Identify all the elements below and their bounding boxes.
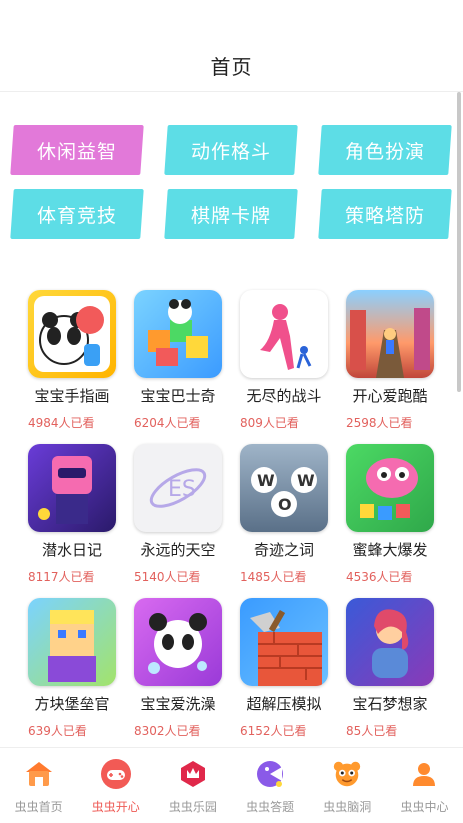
scrollbar[interactable] [457, 92, 461, 392]
home-icon [23, 758, 55, 790]
game-name: 奇迹之词 [253, 541, 314, 559]
tab-label: 虫虫中心 [400, 800, 449, 814]
game-card[interactable]: W WO 奇迹之词 1485人已看 [236, 444, 342, 586]
game-views: 1485人已看 [240, 570, 307, 584]
tab-label: 虫虫首页 [14, 800, 63, 814]
game-thumbnail: ES [134, 444, 222, 532]
game-name: 宝宝爱洗澡 [140, 695, 216, 713]
bottom-tab-bar: 虫虫首页 虫虫开心 虫虫乐园 虫虫答题 虫虫脑洞 虫虫中心 [0, 747, 463, 823]
game-name: 宝宝手指画 [34, 387, 110, 405]
game-grid: 宝宝手指画 4984人已看 宝宝巴士奇 6204人已看 无尽的战斗 809人已看… [24, 290, 444, 740]
game-thumbnail [240, 598, 328, 686]
game-views: 85人已看 [346, 724, 398, 738]
category-casual-puzzle[interactable]: 休闲益智 [10, 125, 144, 175]
category-role-playing[interactable]: 角色扮演 [318, 125, 452, 175]
user-icon [408, 758, 440, 790]
svg-text:ES: ES [168, 477, 196, 502]
game-thumbnail [346, 444, 434, 532]
tab-brainstorm[interactable]: 虫虫脑洞 [309, 748, 386, 823]
page-title: 首页 [210, 55, 253, 79]
game-card[interactable]: 超解压模拟 6152人已看 [236, 598, 342, 740]
game-views: 5140人已看 [134, 570, 201, 584]
gamepad-icon [100, 758, 132, 790]
game-card[interactable]: 无尽的战斗 809人已看 [236, 290, 342, 432]
game-thumbnail [134, 290, 222, 378]
game-views: 4536人已看 [346, 570, 413, 584]
category-action-fighting[interactable]: 动作格斗 [164, 125, 298, 175]
svg-text:O: O [278, 495, 292, 514]
game-thumbnail [346, 290, 434, 378]
tab-label: 虫虫乐园 [168, 800, 217, 814]
game-name: 开心爱跑酷 [352, 387, 428, 405]
game-name: 超解压模拟 [246, 695, 322, 713]
game-card[interactable]: 潜水日记 8117人已看 [24, 444, 130, 586]
game-name: 潜水日记 [41, 541, 102, 559]
game-views: 4984人已看 [28, 416, 95, 430]
category-strategy-td[interactable]: 策略塔防 [318, 189, 452, 239]
game-views: 6204人已看 [134, 416, 201, 430]
quiz-icon [254, 758, 286, 790]
category-board-card[interactable]: 棋牌卡牌 [164, 189, 298, 239]
crown-icon [177, 758, 209, 790]
game-views: 6152人已看 [240, 724, 307, 738]
status-bar [0, 0, 463, 40]
tab-center[interactable]: 虫虫中心 [386, 748, 463, 823]
game-thumbnail [28, 290, 116, 378]
category-grid: 休闲益智 动作格斗 角色扮演 体育竞技 棋牌卡牌 策略塔防 [10, 125, 452, 239]
game-card[interactable]: ES 永远的天空 5140人已看 [130, 444, 236, 586]
game-views: 809人已看 [240, 416, 299, 430]
game-views: 639人已看 [28, 724, 87, 738]
game-name: 宝宝巴士奇 [140, 387, 216, 405]
game-card[interactable]: 开心爱跑酷 2598人已看 [342, 290, 448, 432]
game-thumbnail [346, 598, 434, 686]
game-card[interactable]: 宝石梦想家 85人已看 [342, 598, 448, 740]
game-card[interactable]: 方块堡垒官 639人已看 [24, 598, 130, 740]
game-name: 永远的天空 [140, 541, 216, 559]
tab-quiz[interactable]: 虫虫答题 [232, 748, 309, 823]
tab-label: 虫虫答题 [246, 800, 295, 814]
game-card[interactable]: 蜜蜂大爆发 4536人已看 [342, 444, 448, 586]
game-thumbnail [134, 598, 222, 686]
svg-text:W: W [257, 471, 275, 490]
game-name: 蜜蜂大爆发 [352, 541, 428, 559]
game-thumbnail: W WO [240, 444, 328, 532]
game-name: 无尽的战斗 [246, 387, 322, 405]
game-thumbnail [28, 598, 116, 686]
category-sports[interactable]: 体育竞技 [10, 189, 144, 239]
tab-label: 虫虫脑洞 [323, 800, 372, 814]
game-thumbnail [28, 444, 116, 532]
tab-happy[interactable]: 虫虫开心 [77, 748, 154, 823]
game-card[interactable]: 宝宝手指画 4984人已看 [24, 290, 130, 432]
tab-park[interactable]: 虫虫乐园 [154, 748, 231, 823]
tab-label: 虫虫开心 [91, 800, 140, 814]
game-name: 宝石梦想家 [352, 695, 428, 713]
game-views: 8117人已看 [28, 570, 95, 584]
game-name: 方块堡垒官 [34, 695, 110, 713]
tab-home[interactable]: 虫虫首页 [0, 748, 77, 823]
game-thumbnail [240, 290, 328, 378]
mascot-icon [331, 758, 363, 790]
game-card[interactable]: 宝宝爱洗澡 8302人已看 [130, 598, 236, 740]
page-header: 首页 [0, 40, 463, 92]
game-views: 2598人已看 [346, 416, 413, 430]
svg-text:W: W [297, 471, 315, 490]
game-card[interactable]: 宝宝巴士奇 6204人已看 [130, 290, 236, 432]
game-views: 8302人已看 [134, 724, 201, 738]
